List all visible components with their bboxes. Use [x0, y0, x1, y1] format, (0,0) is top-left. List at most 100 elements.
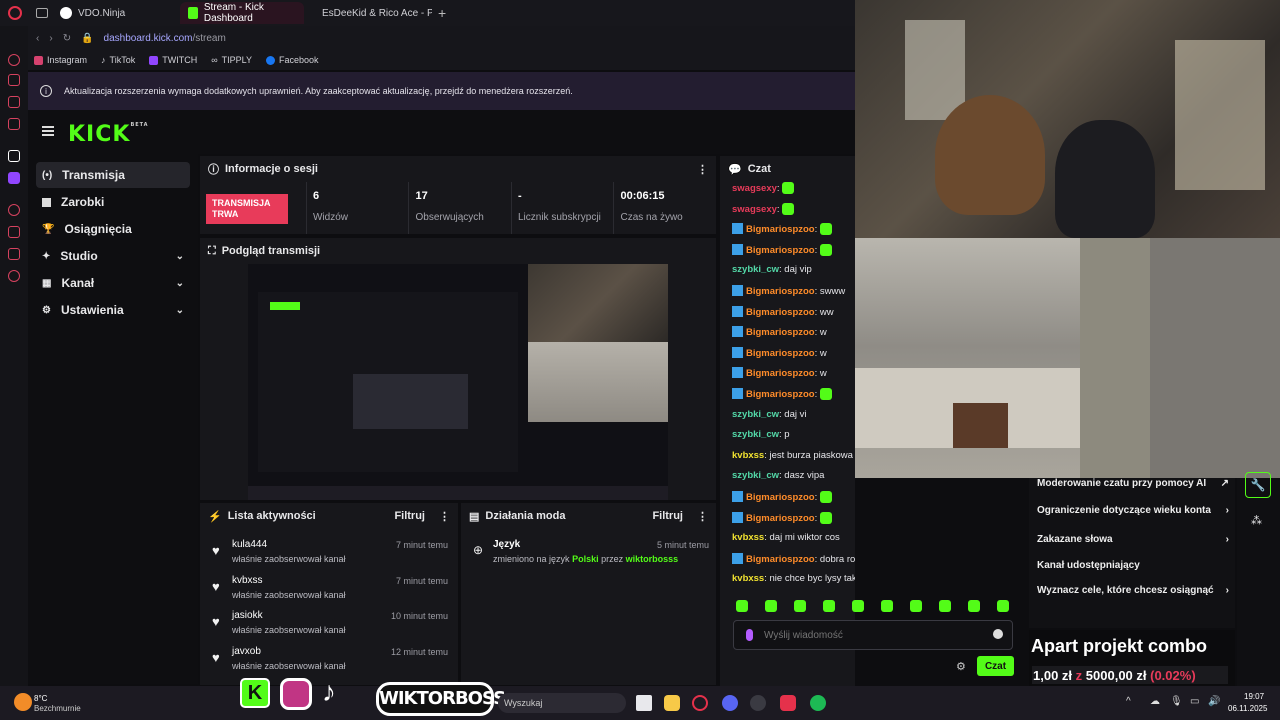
microphone-icon[interactable]	[746, 629, 753, 641]
hamburger-menu-icon[interactable]	[42, 126, 54, 136]
more-options-icon[interactable]: ⋮	[697, 510, 708, 523]
chat-username[interactable]: kvbxss	[732, 450, 764, 461]
opera-ai-icon[interactable]	[8, 54, 20, 66]
chat-username[interactable]: szybki_cw	[732, 409, 779, 420]
spotify-icon[interactable]	[810, 695, 826, 711]
filter-button[interactable]: Filtruj	[394, 510, 425, 522]
emote-icon[interactable]	[794, 600, 806, 612]
chat-send-button[interactable]: Czat	[977, 656, 1014, 676]
tab-youtube[interactable]: EsDeeKid & Rico Ace - Ph	[308, 2, 432, 24]
history-icon[interactable]	[8, 204, 20, 216]
wrench-icon[interactable]: 🔧	[1245, 472, 1271, 498]
emote-icon[interactable]	[881, 600, 893, 612]
more-options-icon[interactable]: ⋮	[697, 163, 708, 176]
emoji-icon[interactable]	[993, 629, 1003, 639]
more-options-icon[interactable]: ⋮	[439, 510, 450, 523]
messenger-icon[interactable]	[8, 96, 20, 108]
clock-time[interactable]: 19:07	[1244, 692, 1264, 701]
sidebar-item-kanal[interactable]: ▦ Kanał ⌄	[36, 270, 190, 296]
sidebar-item-ustawienia[interactable]: ⚙ Ustawienia ⌄	[36, 297, 190, 323]
streaming-app-icon[interactable]	[780, 695, 796, 711]
opera-taskbar-icon[interactable]	[692, 695, 708, 711]
mod-desc-user[interactable]: wiktorbosss	[626, 554, 679, 564]
chat-username[interactable]: szybki_cw	[732, 470, 779, 481]
emote-icon[interactable]	[765, 600, 777, 612]
discord-icon[interactable]	[722, 695, 738, 711]
menu-item-goals[interactable]: Wyznacz cele, które chcesz osiągnąć ›	[1037, 585, 1229, 596]
volume-icon[interactable]: 🔊	[1208, 696, 1220, 707]
chat-username[interactable]: Bigmariospzoo	[746, 348, 815, 359]
twitch-icon[interactable]	[8, 172, 20, 184]
settings-icon[interactable]	[8, 270, 20, 282]
emote-icon[interactable]	[823, 600, 835, 612]
tab-vdo-ninja[interactable]: VDO.Ninja	[52, 2, 172, 24]
chat-username[interactable]: Bigmariospzoo	[746, 368, 815, 379]
sidebar-item-osiagniecia[interactable]: 🏆 Osiągnięcia	[36, 216, 190, 242]
tab-kick-dashboard[interactable]: Stream - Kick Dashboard	[180, 2, 304, 24]
kick-rail-icon[interactable]	[8, 150, 20, 162]
instagram-icon[interactable]	[8, 118, 20, 130]
chat-username[interactable]: Bigmariospzoo	[746, 224, 815, 235]
chat-settings-gear-icon[interactable]: ⚙	[956, 660, 966, 673]
menu-item-sharing-channel[interactable]: Kanał udostępniający	[1037, 560, 1229, 571]
chat-username[interactable]: swagsexy	[732, 183, 777, 194]
chevron-up-icon[interactable]: ^	[1126, 696, 1131, 707]
onedrive-icon[interactable]: ☁	[1150, 696, 1160, 707]
emote-icon[interactable]	[997, 600, 1009, 612]
activity-user[interactable]: kula444	[232, 539, 267, 550]
chat-username[interactable]: Bigmariospzoo	[746, 307, 815, 318]
reload-icon[interactable]: ↻	[63, 33, 71, 44]
chat-username[interactable]: Bigmariospzoo	[746, 245, 815, 256]
chat-username[interactable]: Bigmariospzoo	[746, 513, 815, 524]
chat-input[interactable]	[764, 625, 984, 645]
chat-username[interactable]: szybki_cw	[732, 264, 779, 275]
chat-username[interactable]: Bigmariospzoo	[746, 389, 815, 400]
chat-username[interactable]: Bigmariospzoo	[746, 327, 815, 338]
bookmark-instagram[interactable]: Instagram	[34, 55, 87, 65]
kick-logo[interactable]: KICKBETA	[68, 122, 149, 147]
activity-user[interactable]: kvbxss	[232, 575, 263, 586]
chat-username[interactable]: Bigmariospzoo	[746, 492, 815, 503]
forward-icon[interactable]: ›	[49, 33, 52, 44]
file-explorer-icon[interactable]	[664, 695, 680, 711]
download-icon[interactable]	[8, 226, 20, 238]
menu-item-ai-moderation[interactable]: Moderowanie czatu przy pomocy AI ↗	[1037, 478, 1229, 489]
obs-icon[interactable]	[750, 695, 766, 711]
emote-icon[interactable]	[736, 600, 748, 612]
bookmark-tipply[interactable]: ∞ TIPPLY	[211, 55, 252, 65]
bookmark-twitch[interactable]: TWITCH	[149, 55, 197, 65]
opera-logo-icon[interactable]	[8, 6, 22, 20]
emote-icon[interactable]	[910, 600, 922, 612]
menu-item-banned-words[interactable]: Zakazane słowa ›	[1037, 534, 1229, 545]
clock-date[interactable]: 06.11.2025	[1228, 704, 1267, 713]
filter-button[interactable]: Filtruj	[652, 510, 683, 522]
taskbar-search[interactable]: Wyszukaj	[498, 693, 626, 713]
emote-icon[interactable]	[939, 600, 951, 612]
back-icon[interactable]: ‹	[36, 33, 39, 44]
mic-tray-icon[interactable]: 🎙	[1170, 696, 1183, 707]
url-field[interactable]: dashboard.kick.com/stream	[104, 33, 226, 44]
chat-username[interactable]: kvbxss	[732, 573, 764, 584]
chat-username[interactable]: szybki_cw	[732, 429, 779, 440]
chat-username[interactable]: swagsexy	[732, 204, 777, 215]
chat-username[interactable]: Bigmariospzoo	[746, 286, 815, 297]
chat-username[interactable]: kvbxss	[732, 532, 764, 543]
new-tab-plus-icon[interactable]: +	[438, 5, 446, 21]
chat-username[interactable]: Bigmariospzoo	[746, 554, 815, 565]
sidebar-item-transmisja[interactable]: (•) Transmisja	[36, 162, 190, 188]
weather-icon[interactable]	[14, 693, 32, 711]
network-icon[interactable]: ▭	[1190, 696, 1199, 707]
bag-icon[interactable]	[8, 74, 20, 86]
extensions-icon[interactable]	[8, 248, 20, 260]
users-icon[interactable]: ⁂	[1251, 514, 1262, 527]
emote-icon[interactable]	[968, 600, 980, 612]
bookmark-facebook[interactable]: Facebook	[265, 55, 319, 65]
emote-icon[interactable]	[852, 600, 864, 612]
task-view-icon[interactable]	[636, 695, 652, 711]
bookmark-tiktok[interactable]: ♪ TikTok	[101, 55, 135, 65]
workspaces-icon[interactable]	[36, 8, 48, 18]
stream-preview-video[interactable]	[248, 264, 668, 500]
sidebar-item-studio[interactable]: ✦ Studio ⌄	[36, 243, 190, 269]
activity-user[interactable]: jasiokk	[232, 610, 263, 621]
menu-item-age-limit[interactable]: Ograniczenie dotyczące wieku konta ›	[1037, 505, 1229, 516]
